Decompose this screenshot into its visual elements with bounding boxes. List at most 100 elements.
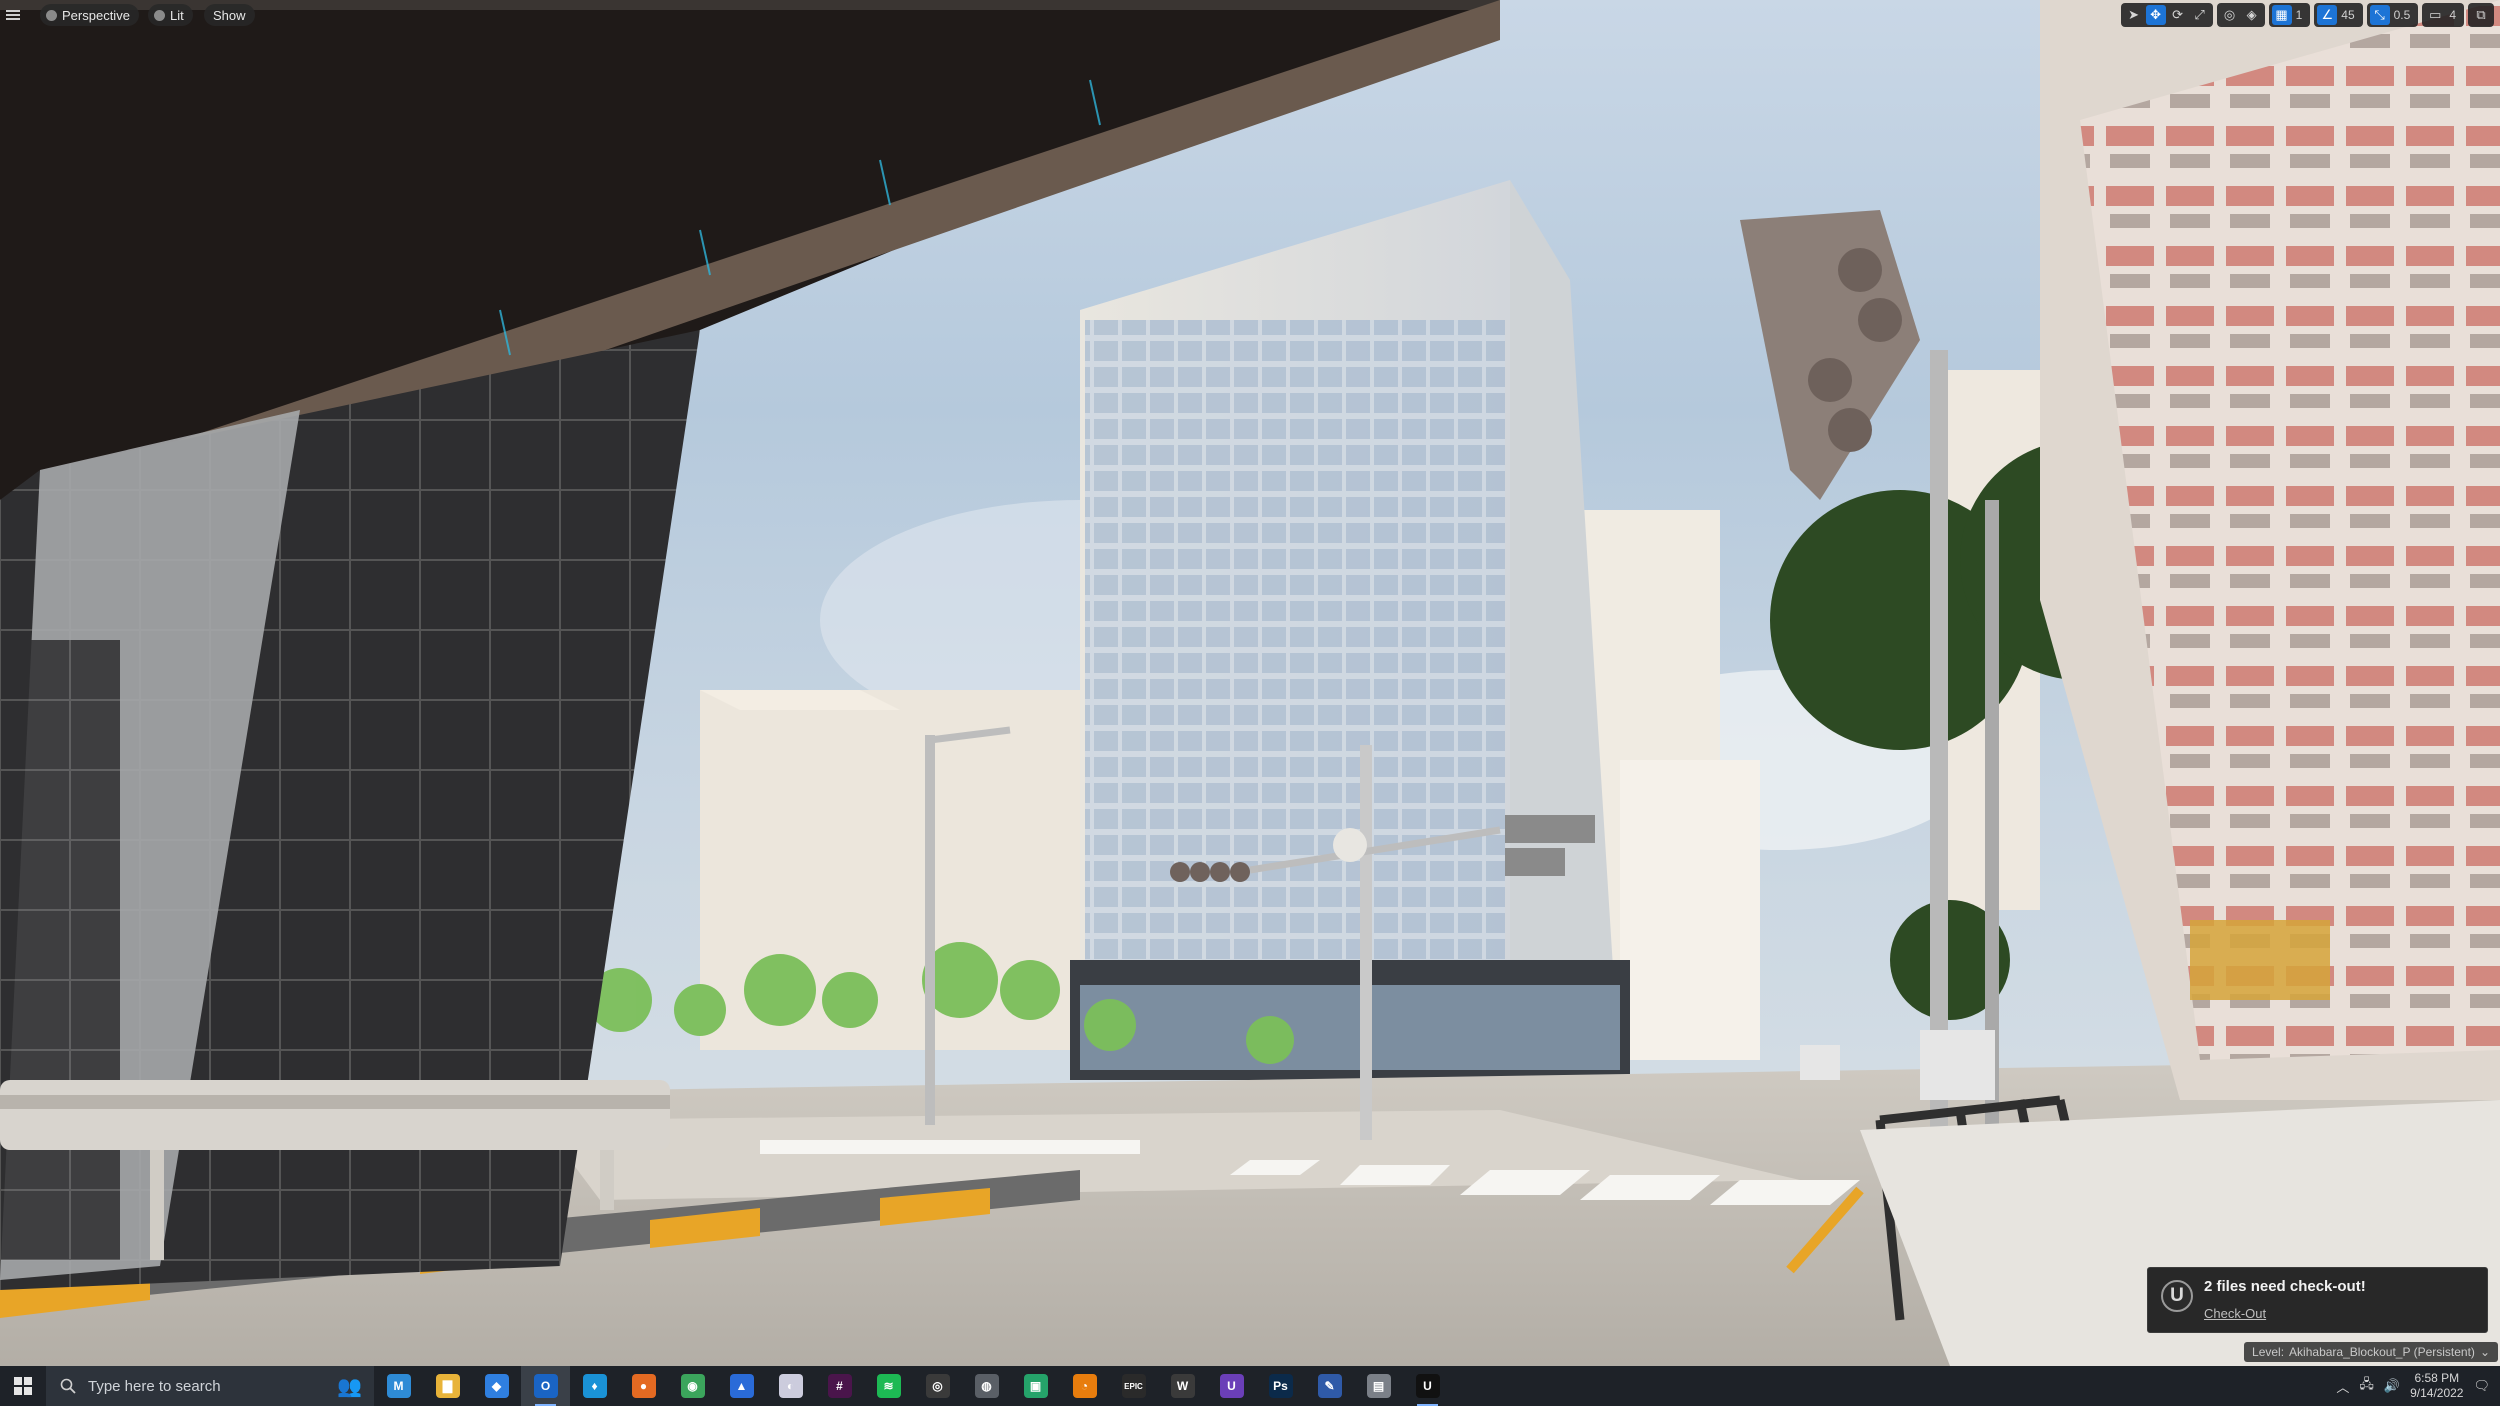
blender-icon: ◔	[1072, 1374, 1097, 1398]
media-app-icon: ◍	[974, 1374, 999, 1398]
green-app-icon: ▣	[1023, 1374, 1048, 1398]
grid-snap-value[interactable]: 1	[2294, 8, 2308, 22]
unreal-logo-icon: U	[2161, 1280, 2193, 1312]
file-explorer-icon: ▇	[435, 1374, 460, 1398]
scale-tool-icon[interactable]: ⤢	[2190, 5, 2210, 25]
taskbar-app-button[interactable]: ◆	[472, 1366, 521, 1406]
scene-render	[0, 0, 2500, 1366]
scale-snap-group: ⤡ 0.5	[2366, 3, 2419, 27]
camera-speed-value[interactable]: 4	[2447, 8, 2461, 22]
clock-time: 6:58 PM	[2414, 1371, 2460, 1385]
photoshop-icon: Ps	[1268, 1374, 1293, 1398]
taskbar-app-button[interactable]: ●	[619, 1366, 668, 1406]
transform-tools: ➤ ✥ ⟳ ⤢	[2120, 3, 2213, 27]
taskbar-app-button[interactable]: ◍	[962, 1366, 1011, 1406]
taskbar-app-button[interactable]: ◐	[766, 1366, 815, 1406]
unreal-engine-icon: U	[1415, 1374, 1440, 1398]
windows-taskbar: Type here to search 👥 M ▇ ◆ O ♦ ● ◉ ▲ ◐ # ≋ ◎ ◍ ▣ ◔ EPI…	[0, 1366, 2500, 1406]
notifications-icon[interactable]: 🗨	[2473, 1378, 2490, 1394]
scale-snap-value[interactable]: 0.5	[2392, 8, 2416, 22]
viewport-menu-icon[interactable]	[6, 8, 20, 22]
search-icon	[60, 1378, 76, 1394]
security-app-icon: ♦	[582, 1374, 607, 1398]
rotation-snap-group: ∠ 45	[2314, 3, 2363, 27]
grid-snap-group: ▦ 1	[2268, 3, 2311, 27]
scale-snap-icon[interactable]: ⤡	[2369, 5, 2390, 25]
paint-app-icon: ✎	[1317, 1374, 1342, 1398]
search-placeholder: Type here to search	[88, 1377, 221, 1395]
taskbar-apps: M ▇ ◆ O ♦ ● ◉ ▲ ◐ # ≋ ◎ ◍ ▣ ◔ EPIC W U Ps ✎ ▤ U	[374, 1366, 1452, 1406]
grid-snap-icon[interactable]: ▦	[2271, 5, 2292, 25]
wiki-app-icon: W	[1170, 1374, 1195, 1398]
firefox-icon: ●	[631, 1374, 656, 1398]
obs-icon: ◎	[925, 1374, 950, 1398]
chrome-icon: ◉	[680, 1374, 705, 1398]
outlook-icon: O	[533, 1374, 558, 1398]
show-menu-button[interactable]: Show	[204, 4, 255, 26]
view-mode-button[interactable]: Perspective	[40, 4, 139, 26]
taskbar-app-button[interactable]: W	[1158, 1366, 1207, 1406]
editor-viewport[interactable]: Perspective Lit Show ➤ ✥ ⟳ ⤢ ◎ ◈ ▦ 1 ∠ 4…	[0, 0, 2500, 1366]
rotation-snap-value[interactable]: 45	[2339, 8, 2359, 22]
discord-icon: ◐	[778, 1374, 803, 1398]
unreal-purple-icon: U	[1219, 1374, 1244, 1398]
coordinate-tools: ◎ ◈	[2216, 3, 2265, 27]
taskbar-app-button[interactable]: U	[1207, 1366, 1256, 1406]
system-tray: ︿ 🖧 🔊 6:58 PM 9/14/2022 🗨	[2336, 1366, 2500, 1406]
taskbar-app-button[interactable]: ◎	[913, 1366, 962, 1406]
epic-games-icon: EPIC	[1121, 1374, 1146, 1398]
camera-icon[interactable]: ▭	[2425, 5, 2445, 25]
move-tool-icon[interactable]: ✥	[2145, 5, 2166, 25]
taskbar-app-button[interactable]: O	[521, 1366, 570, 1406]
volume-icon[interactable]: 🔊	[2384, 1378, 2400, 1394]
taskbar-app-button[interactable]: ▤	[1354, 1366, 1403, 1406]
app-m-icon: M	[386, 1374, 411, 1398]
shield-app-icon: ◆	[484, 1374, 509, 1398]
clock-date: 9/14/2022	[2410, 1386, 2464, 1400]
current-level-indicator[interactable]: Level: Akihabara_Blockout_P (Persistent)…	[2244, 1342, 2498, 1362]
people-icon[interactable]: 👥	[337, 1374, 362, 1399]
select-tool-icon[interactable]: ➤	[2124, 5, 2144, 25]
taskbar-app-button[interactable]: EPIC	[1109, 1366, 1158, 1406]
lighting-mode-label: Lit	[170, 7, 184, 23]
view-mode-label: Perspective	[62, 7, 130, 23]
storage-app-icon: ▤	[1366, 1374, 1391, 1398]
rotate-tool-icon[interactable]: ⟳	[2168, 5, 2188, 25]
windows-icon	[14, 1377, 32, 1395]
spotify-icon: ≋	[876, 1374, 901, 1398]
level-name: Akihabara_Blockout_P (Persistent)	[2289, 1345, 2475, 1359]
viewport-tool-strip: ➤ ✥ ⟳ ⤢ ◎ ◈ ▦ 1 ∠ 45 ⤡ 0.5 ▭ 4 ⧉	[2120, 3, 2494, 27]
checkout-notification: U 2 files need check-out! Check-Out	[2147, 1267, 2488, 1333]
cube-icon	[46, 9, 57, 21]
taskbar-app-button[interactable]: ≋	[864, 1366, 913, 1406]
taskbar-app-button[interactable]: ◔	[1060, 1366, 1109, 1406]
taskbar-app-button[interactable]: ◉	[668, 1366, 717, 1406]
taskbar-app-button[interactable]: Ps	[1256, 1366, 1305, 1406]
start-button[interactable]	[0, 1366, 46, 1406]
sphere-icon	[154, 9, 165, 21]
chevron-down-icon: ⌄	[2479, 1345, 2490, 1359]
rotation-snap-icon[interactable]: ∠	[2317, 5, 2338, 25]
tray-chevron-icon[interactable]: ︿	[2336, 1377, 2349, 1396]
camera-speed-group: ▭ 4	[2422, 3, 2464, 27]
lighting-mode-button[interactable]: Lit	[148, 4, 193, 26]
taskbar-app-button[interactable]: U	[1403, 1366, 1452, 1406]
taskbar-app-button[interactable]: ▣	[1011, 1366, 1060, 1406]
maximize-viewport-icon[interactable]: ⧉	[2471, 5, 2491, 25]
taskbar-app-button[interactable]: M	[374, 1366, 423, 1406]
network-icon[interactable]: 🖧	[2359, 1375, 2374, 1397]
level-label: Level:	[2252, 1345, 2285, 1359]
taskbar-clock[interactable]: 6:58 PM 9/14/2022	[2410, 1371, 2463, 1401]
taskbar-app-button[interactable]: ▲	[717, 1366, 766, 1406]
taskbar-app-button[interactable]: ▇	[423, 1366, 472, 1406]
notification-title: 2 files need check-out!	[2204, 1278, 2366, 1295]
taskbar-app-button[interactable]: ✎	[1305, 1366, 1354, 1406]
taskbar-app-button[interactable]: #	[815, 1366, 864, 1406]
world-space-icon[interactable]: ◎	[2220, 5, 2240, 25]
taskbar-app-button[interactable]: ♦	[570, 1366, 619, 1406]
taskbar-search-box[interactable]: Type here to search 👥	[46, 1366, 374, 1406]
checkout-link[interactable]: Check-Out	[2204, 1306, 2266, 1321]
photos-icon: ▲	[729, 1374, 754, 1398]
maximize-group: ⧉	[2468, 3, 2494, 27]
surface-snap-icon[interactable]: ◈	[2242, 5, 2262, 25]
